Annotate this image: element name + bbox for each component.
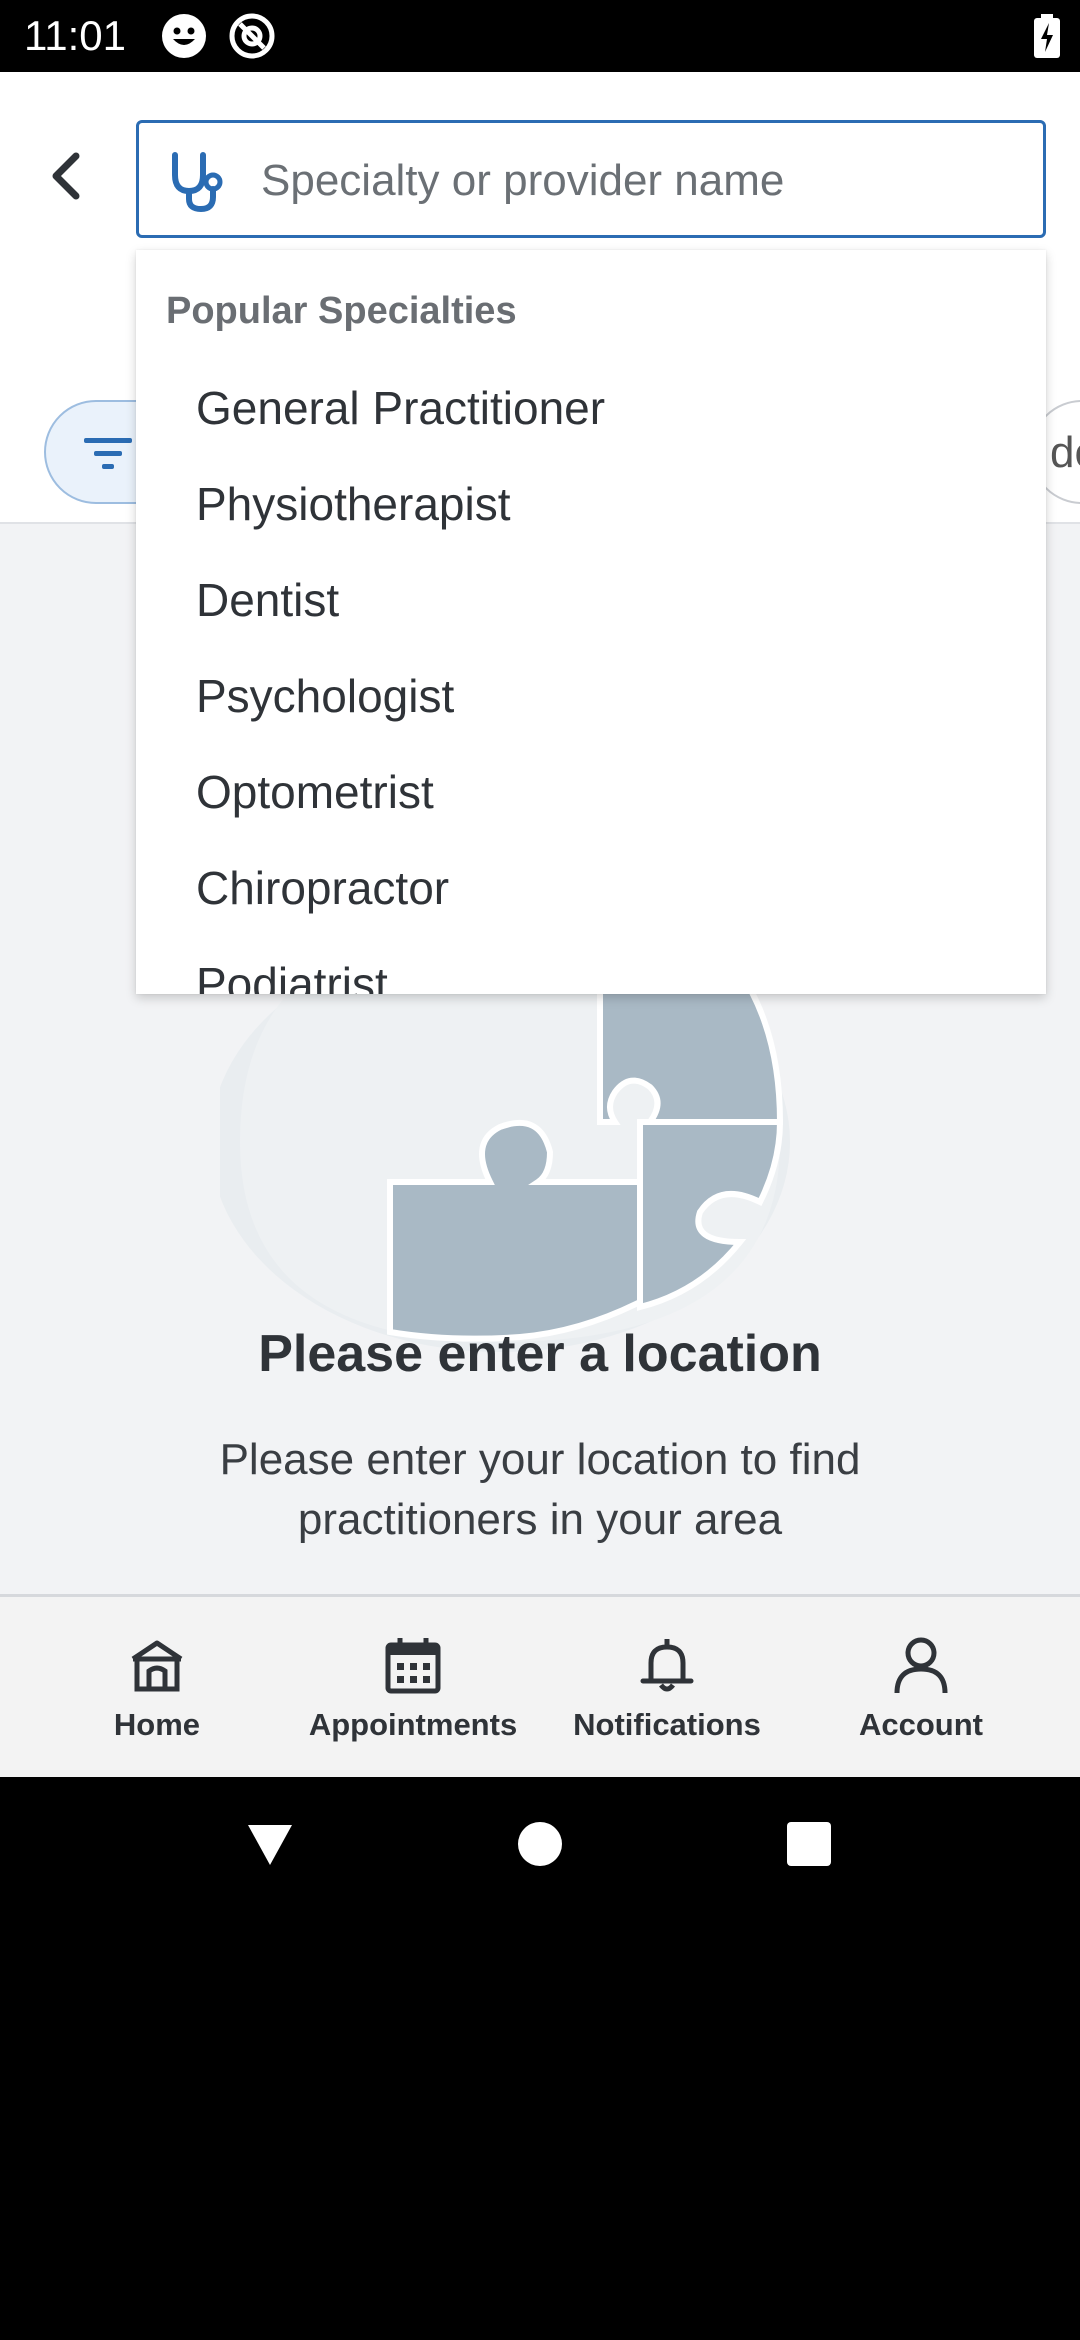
search-field[interactable] <box>136 120 1046 238</box>
specialty-option[interactable]: Optometrist <box>196 744 1016 840</box>
filter-icon <box>84 438 132 469</box>
nav-appointments[interactable]: Appointments <box>300 1597 526 1777</box>
status-bar: 11:01 <box>0 0 1080 72</box>
back-arrow-icon[interactable] <box>30 140 102 212</box>
dropdown-heading: Popular Specialties <box>166 290 517 332</box>
stethoscope-icon <box>172 152 223 213</box>
back-triangle-icon[interactable] <box>244 1821 296 1869</box>
battery-charging-icon <box>1034 14 1060 58</box>
specialty-option[interactable]: Dentist <box>196 552 1016 648</box>
nav-account-label: Account <box>859 1707 983 1742</box>
at-sign-icon <box>229 13 275 59</box>
specialty-option[interactable]: General Practitioner <box>196 360 1016 456</box>
calendar-icon <box>385 1638 441 1694</box>
nav-home-label: Home <box>113 1707 201 1742</box>
specialty-option[interactable]: Chiropractor <box>196 840 1016 936</box>
empty-state-message: Please enter your location to find pract… <box>219 1435 861 1544</box>
nav-notifications[interactable]: Notifications <box>562 1597 772 1777</box>
app-screen: de Please enter a location Please enter … <box>0 72 1080 1777</box>
nav-notifications-label: Notifications <box>573 1707 761 1742</box>
specialty-option[interactable]: Psychologist <box>196 648 1016 744</box>
bottom-navigation: Home Appointments Notifications Account <box>0 1594 1080 1777</box>
filter-chip-label: de <box>1050 428 1080 477</box>
bell-icon <box>640 1639 694 1692</box>
person-icon <box>894 1637 948 1694</box>
status-time: 11:01 <box>24 12 126 59</box>
smiley-icon <box>162 14 206 58</box>
specialty-option[interactable]: Podiatrist <box>196 936 1016 994</box>
home-circle-icon[interactable] <box>517 1821 563 1867</box>
nav-home[interactable]: Home <box>72 1597 242 1777</box>
specialty-dropdown: Popular Specialties General Practitioner… <box>136 250 1046 994</box>
recents-square-icon[interactable] <box>786 1821 832 1867</box>
search-input[interactable] <box>259 143 1023 219</box>
specialty-option[interactable]: Physiotherapist <box>196 456 1016 552</box>
nav-account[interactable]: Account <box>846 1597 996 1777</box>
home-icon <box>131 1640 183 1692</box>
empty-state-title: Please enter a location <box>258 1325 822 1383</box>
nav-appointments-label: Appointments <box>308 1707 518 1742</box>
system-navigation-bar <box>0 1777 1080 2340</box>
